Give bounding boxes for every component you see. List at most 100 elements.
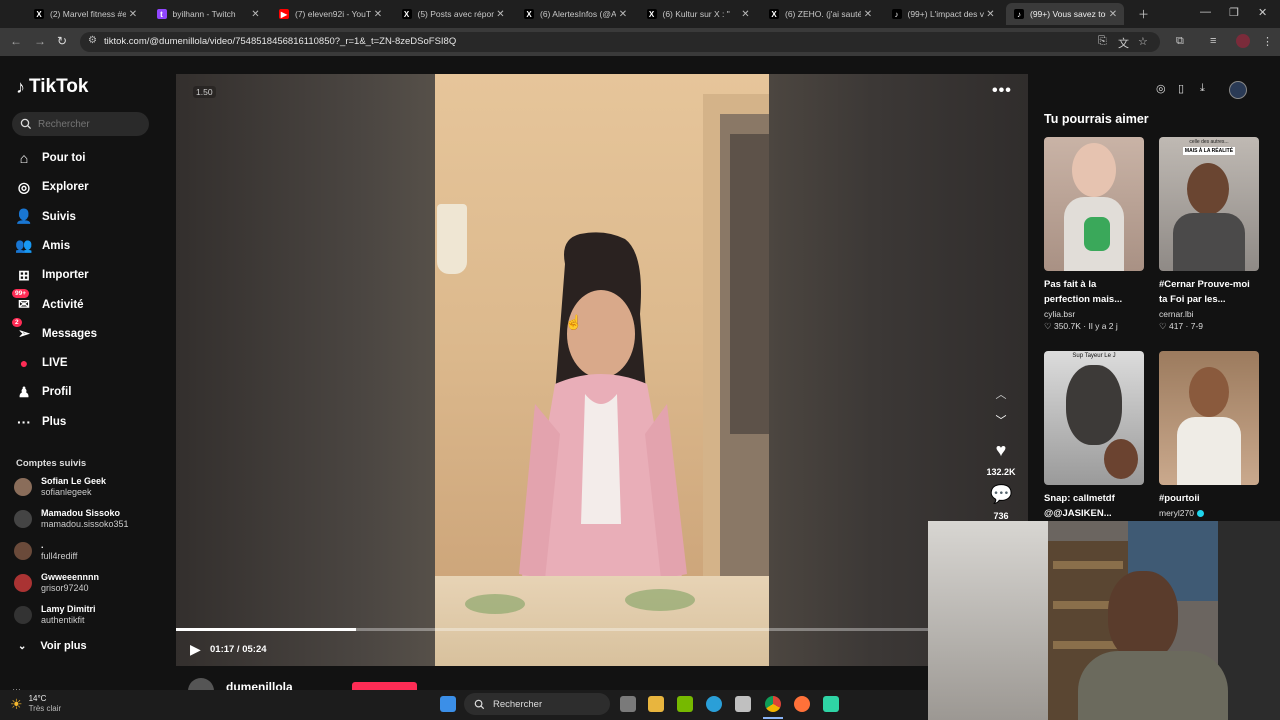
search-input[interactable] (38, 118, 138, 130)
minimize-icon[interactable]: — (1200, 6, 1211, 18)
reading-list-icon[interactable]: ≡ (1210, 35, 1216, 47)
nav-item-upload[interactable]: ⊞ Importer (14, 265, 89, 285)
browser-tab[interactable]: ♪ (99+) L'impact des vi ✕ (884, 3, 1002, 25)
video-player[interactable]: ☝ (176, 74, 1028, 666)
nav-item-home[interactable]: ⌂ Pour toi (14, 148, 86, 168)
avatar (14, 606, 32, 624)
weather-widget[interactable]: ☀ 14°C Très clair (10, 694, 61, 714)
browser-tab[interactable]: ▶ (7) eleven92i - YouTube✕ (271, 3, 389, 25)
tab-close-icon[interactable]: ✕ (861, 9, 875, 20)
suggestion-card[interactable]: Sup Tayeur Le J Snap: callmetdf @@JASIKE… (1044, 351, 1144, 521)
youtube-icon: ▶ (279, 9, 289, 19)
tab-close-icon[interactable]: ✕ (126, 9, 140, 20)
x-logo-icon: X (401, 9, 412, 19)
nav-item-profile[interactable]: ♟ Profil (14, 382, 72, 402)
tab-close-icon[interactable]: ✕ (984, 9, 998, 20)
video-progress-bar[interactable] (176, 628, 928, 631)
tab-title: (2) Marvel fitness #e (50, 9, 126, 19)
taskbar-search[interactable]: Rechercher (464, 693, 610, 715)
reload-icon[interactable]: ↻ (57, 34, 67, 48)
address-bar[interactable]: ⚙ tiktok.com/@dumenillola/video/75485184… (80, 32, 1160, 52)
chrome-icon[interactable] (765, 696, 781, 712)
back-icon[interactable]: ← (10, 34, 22, 48)
coins-icon[interactable]: ◎ (1156, 82, 1166, 95)
install-app-icon[interactable]: ⎘ (1098, 35, 1107, 48)
search-box[interactable] (12, 112, 149, 136)
tab-close-icon[interactable]: ✕ (371, 9, 385, 20)
nav-item-following[interactable]: 👤 Suivis (14, 207, 76, 227)
forward-icon[interactable]: → (34, 34, 46, 48)
streamer-webcam (928, 521, 1280, 720)
browser-tab[interactable]: X (6) Kultur sur X : " ✕ (639, 3, 757, 25)
previous-video-button[interactable]: ︿ (990, 383, 1012, 405)
playback-speed[interactable]: 1.50 (193, 86, 216, 98)
suggestion-card[interactable]: celle des autres... MAIS À LA RÉALITÉ #C… (1159, 137, 1259, 332)
followed-account[interactable]: Lamy Dimitri authentikfit (14, 604, 96, 626)
nav-item-messages[interactable]: ➢ 2 Messages (12, 317, 97, 344)
download-icon[interactable]: ⤓ (1200, 82, 1205, 95)
tiktok-logo[interactable]: ♪ TikTok (16, 76, 88, 98)
browser-tab[interactable]: t byilhann - Twitch ✕ (149, 3, 267, 25)
more-options-icon[interactable]: ••• (992, 82, 1012, 100)
nav-item-label: Pour toi (42, 152, 86, 164)
tab-close-icon[interactable]: ✕ (249, 9, 263, 20)
browser-tab[interactable]: X (6) ZEHO. (j'ai sauté ✕ (761, 3, 879, 25)
site-info-icon[interactable]: ⚙ (88, 35, 97, 46)
followed-account[interactable]: Mamadou Sissoko mamadou.sissoko351 (14, 508, 129, 530)
firefox-icon[interactable] (794, 696, 810, 712)
nav-item-friends[interactable]: 👥 Amis (14, 236, 70, 256)
tab-close-icon[interactable]: ✕ (494, 9, 508, 20)
new-tab-icon[interactable]: ＋ (1138, 6, 1149, 22)
edge-icon[interactable] (706, 696, 722, 712)
next-video-button[interactable]: ﹀ (990, 409, 1012, 431)
nav-item-live[interactable]: ● LIVE (14, 353, 68, 373)
account-handle: mamadou.sissoko351 (41, 519, 129, 529)
browser-tab[interactable]: X (5) Posts avec répon ✕ (394, 3, 512, 25)
nav-item-activity[interactable]: ✉ 99+ Activité (12, 288, 84, 315)
see-more-button[interactable]: ⌄ Voir plus (18, 640, 87, 652)
nvidia-icon[interactable] (677, 696, 693, 712)
browser-tab[interactable]: X (2) Marvel fitness #e ✕ (26, 3, 144, 25)
account-name: Sofian Le Geek (41, 476, 107, 486)
suggestion-card[interactable]: #pourtoii meryl270 (1159, 351, 1259, 518)
windows-start-icon[interactable] (440, 696, 456, 712)
tab-close-icon[interactable]: ✕ (616, 9, 630, 20)
translate-icon[interactable]: 文 (1118, 35, 1129, 51)
comment-icon[interactable]: 💬 (990, 484, 1012, 505)
browser-tab[interactable]: ♪ (99+) Vous savez tou ✕ (1006, 3, 1124, 25)
followed-account[interactable]: . full4rediff (14, 540, 77, 562)
tiktok-icon: ♪ (1014, 9, 1024, 19)
activity-icon: ✉ 99+ (12, 288, 34, 315)
browser-tab[interactable]: X (6) AlertesInfos (@Al ✕ (516, 3, 634, 25)
task-view-icon[interactable] (620, 696, 636, 712)
suggestion-author: meryl270 (1159, 508, 1194, 518)
user-avatar[interactable] (1229, 81, 1247, 99)
video-frame[interactable]: ☝ (435, 74, 769, 666)
thumb-caption: MAIS À LA RÉALITÉ (1183, 147, 1235, 155)
suggestion-stats: ♡ 417 · 7-9 (1159, 321, 1204, 331)
extensions-icon[interactable]: ⧉ (1176, 35, 1184, 48)
window-close-icon[interactable]: ✕ (1258, 6, 1267, 19)
bookmark-star-icon[interactable]: ☆ (1138, 35, 1148, 48)
active-app-indicator (763, 717, 783, 719)
followed-account[interactable]: Sofian Le Geek sofianlegeek (14, 476, 106, 498)
app-icon[interactable] (823, 696, 839, 712)
profile-avatar[interactable] (1236, 34, 1250, 48)
nav-item-compass[interactable]: ◎ Explorer (14, 177, 89, 197)
account-name: . (41, 540, 44, 550)
browser-menu-icon[interactable]: ⋮ (1262, 35, 1273, 48)
suggestion-card[interactable]: Pas fait à la perfection mais... cylia.b… (1044, 137, 1144, 332)
followed-account[interactable]: Gwweeennnn grisor97240 (14, 572, 99, 594)
nav-item-more[interactable]: ··· Plus (14, 412, 66, 432)
restore-icon[interactable]: ❐ (1229, 6, 1239, 19)
account-handle: grisor97240 (41, 583, 89, 593)
tab-close-icon[interactable]: ✕ (1106, 9, 1120, 20)
avatar (14, 542, 32, 560)
like-heart-icon[interactable]: ♥ (990, 440, 1012, 461)
device-icon[interactable]: ▯ (1178, 82, 1184, 95)
play-icon[interactable]: ▶ (190, 641, 201, 658)
store-icon[interactable] (735, 696, 751, 712)
file-explorer-icon[interactable] (648, 696, 664, 712)
suggestion-author: cernar.lbi (1159, 309, 1194, 319)
tab-close-icon[interactable]: ✕ (739, 9, 753, 20)
